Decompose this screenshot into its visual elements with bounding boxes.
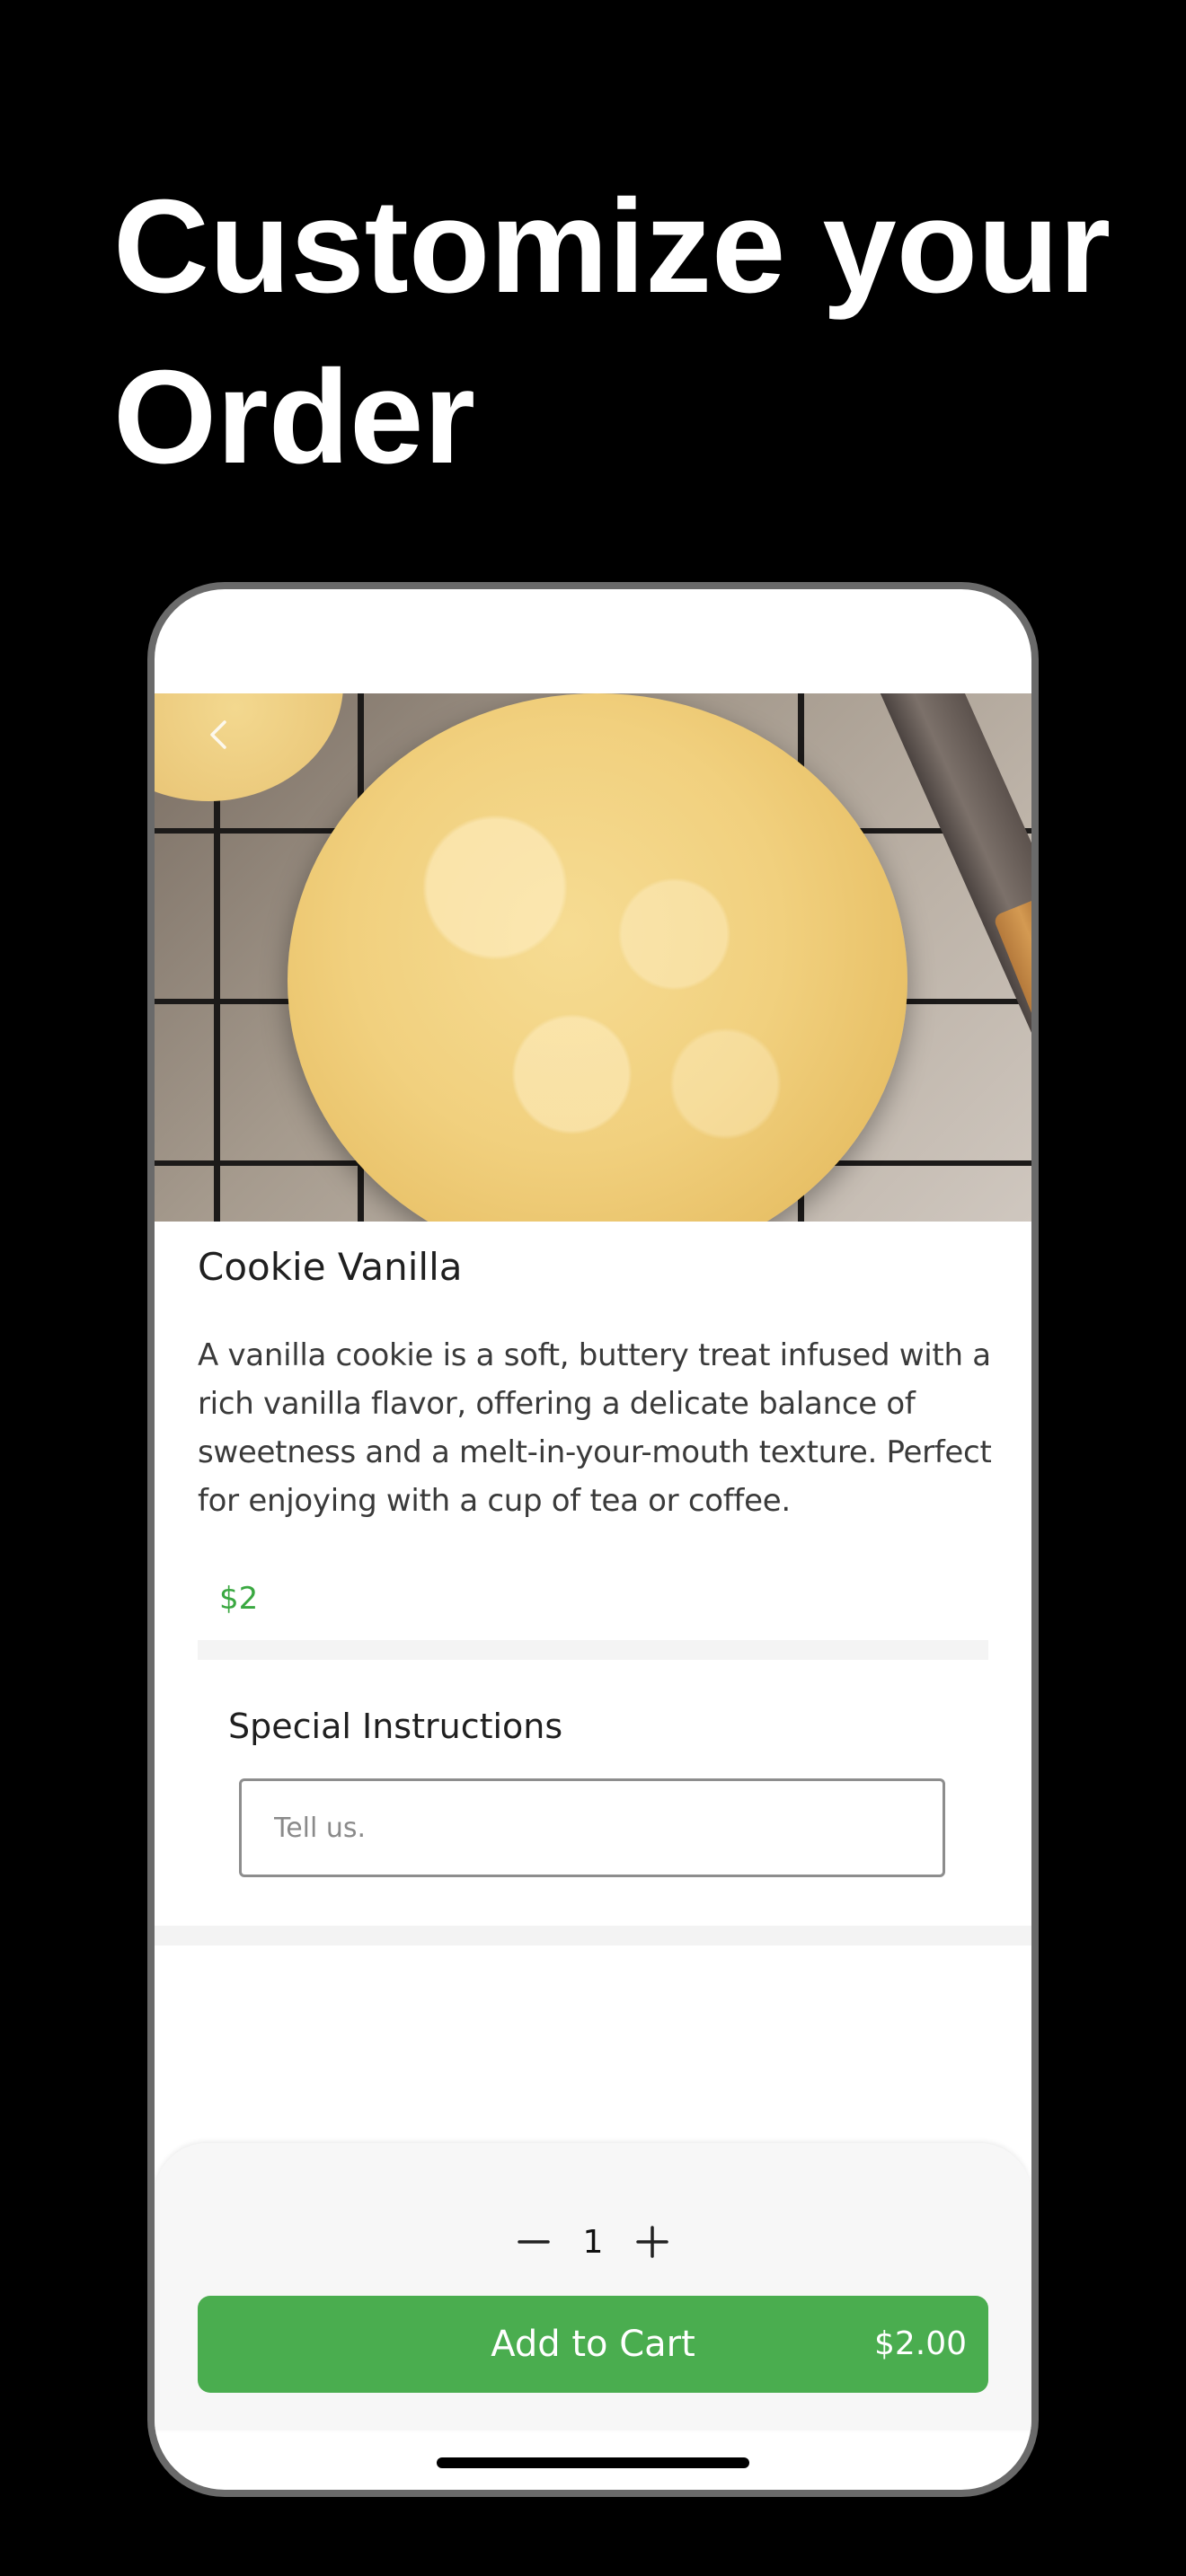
- back-chevron-icon: [210, 720, 226, 749]
- special-instructions-input[interactable]: [239, 1778, 945, 1877]
- section-divider: [155, 1926, 1031, 1945]
- plus-icon: [636, 2226, 668, 2258]
- cookie-photo: [288, 693, 907, 1222]
- add-to-cart-label: Add to Cart: [491, 2324, 695, 2365]
- product-title: Cookie Vanilla: [198, 1245, 463, 1289]
- home-indicator[interactable]: [437, 2457, 749, 2468]
- special-instructions-title: Special Instructions: [228, 1707, 563, 1746]
- product-description: A vanilla cookie is a soft, buttery trea…: [198, 1337, 992, 1519]
- section-divider: [198, 1640, 988, 1660]
- product-price: $2: [219, 1581, 259, 1617]
- cookie-partial: [155, 693, 343, 801]
- quantity-stepper: 1: [155, 2215, 1031, 2269]
- minus-icon: [518, 2240, 550, 2244]
- decrement-button[interactable]: [509, 2217, 559, 2267]
- app-screen: Cookie Vanilla A vanilla cookie is a sof…: [155, 589, 1031, 2490]
- headline-line-2: Order: [113, 343, 476, 491]
- back-button[interactable]: [201, 717, 237, 753]
- marketing-headline: Customize your Order: [113, 162, 1173, 503]
- headline-line-1: Customize your: [113, 172, 1111, 321]
- add-to-cart-button[interactable]: Add to Cart $2.00: [198, 2296, 988, 2393]
- product-image: [155, 693, 1031, 1222]
- increment-button[interactable]: [627, 2217, 677, 2267]
- cart-total: $2.00: [873, 2325, 967, 2362]
- quantity-value: 1: [582, 2223, 604, 2261]
- phone-frame: Cookie Vanilla A vanilla cookie is a sof…: [147, 582, 1039, 2497]
